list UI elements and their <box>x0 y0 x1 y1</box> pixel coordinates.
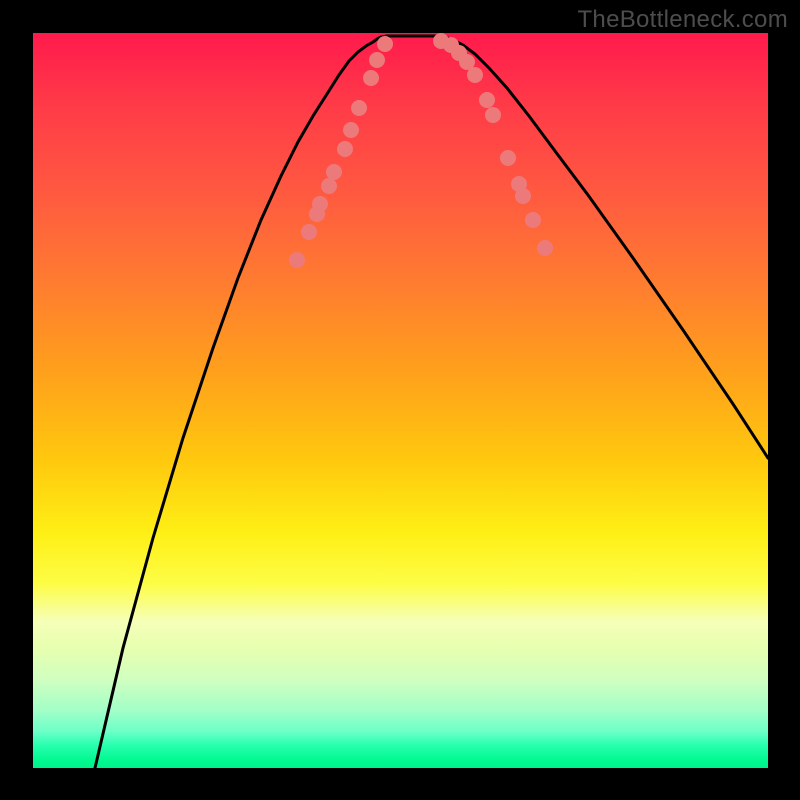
gradient-plot-area <box>33 33 768 768</box>
marker-dot <box>337 141 353 157</box>
marker-dot <box>363 70 379 86</box>
marker-dot <box>312 196 328 212</box>
marker-dot <box>485 107 501 123</box>
marker-dot <box>479 92 495 108</box>
chart-overlay <box>33 33 768 768</box>
marker-dot <box>343 122 359 138</box>
outer-frame: TheBottleneck.com <box>0 0 800 800</box>
marker-dot <box>377 36 393 52</box>
marker-dots <box>289 33 553 268</box>
marker-dot <box>515 188 531 204</box>
marker-dot <box>500 150 516 166</box>
marker-dot <box>301 224 317 240</box>
watermark-text: TheBottleneck.com <box>577 6 788 34</box>
marker-dot <box>321 178 337 194</box>
marker-dot <box>537 240 553 256</box>
marker-dot <box>525 212 541 228</box>
bottleneck-curves <box>95 36 768 768</box>
marker-dot <box>326 164 342 180</box>
marker-dot <box>289 252 305 268</box>
marker-dot <box>467 67 483 83</box>
marker-dot <box>369 52 385 68</box>
marker-dot <box>351 100 367 116</box>
